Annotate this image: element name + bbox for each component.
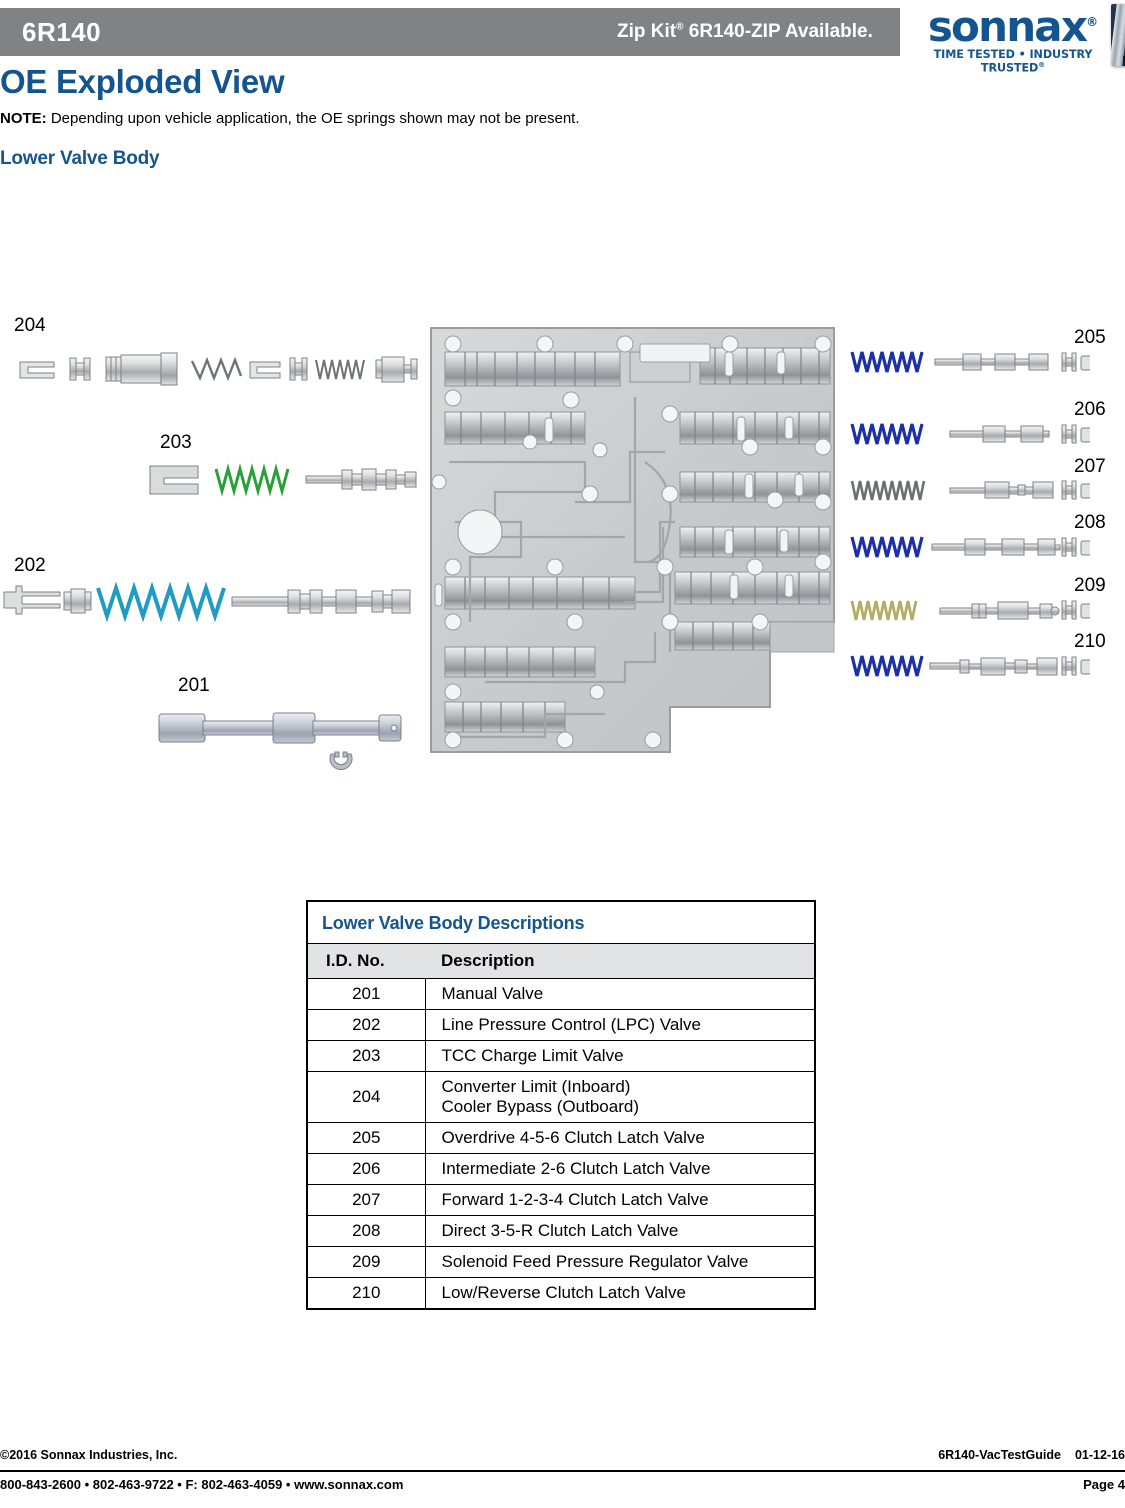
row-desc-205: Overdrive 4-5-6 Clutch Latch Valve bbox=[424, 1122, 815, 1154]
sonnax-wordmark-text: sonnax bbox=[927, 2, 1088, 51]
row-desc-201: Manual Valve bbox=[424, 978, 815, 1010]
zip-promo-part: 6R140-ZIP bbox=[683, 21, 785, 42]
table-caption: Lower Valve Body Descriptions bbox=[307, 901, 815, 944]
row-id-204: 204 bbox=[307, 1071, 426, 1123]
sonnax-tagline-text: TIME TESTED • INDUSTRY TRUSTED bbox=[933, 48, 1093, 75]
table-row: 203 TCC Charge Limit Valve bbox=[307, 1040, 815, 1072]
row-id-206: 206 bbox=[307, 1153, 426, 1185]
part-group-207 bbox=[850, 480, 1090, 501]
footer-page-number: Page 4 bbox=[1083, 1477, 1125, 1492]
row-id-210: 210 bbox=[307, 1277, 426, 1310]
table-row: 205 Overdrive 4-5-6 Clutch Latch Valve bbox=[307, 1122, 815, 1154]
zip-kit-availability-text: Zip Kit® 6R140-ZIP Available. bbox=[617, 21, 873, 43]
row-desc-208: Direct 3-5-R Clutch Latch Valve bbox=[424, 1215, 815, 1247]
sonnax-logo: sonnax® TIME TESTED • INDUSTRY TRUSTED® bbox=[907, 2, 1119, 75]
table-caption-row: Lower Valve Body Descriptions bbox=[307, 901, 815, 944]
row-id-208: 208 bbox=[307, 1215, 426, 1247]
table-row: 207 Forward 1-2-3-4 Clutch Latch Valve bbox=[307, 1184, 815, 1216]
zip-promo-prefix: Zip Kit bbox=[617, 21, 677, 42]
note-label: NOTE: bbox=[0, 110, 47, 127]
table-row: 201 Manual Valve bbox=[307, 978, 815, 1010]
exploded-view-diagram: 204 203 202 201 205 206 207 208 209 210 bbox=[0, 300, 1125, 800]
footer-divider bbox=[0, 1470, 1125, 1472]
part-group-208 bbox=[850, 536, 1090, 558]
callout-204: 204 bbox=[14, 315, 46, 336]
column-header-id: I.D. No. bbox=[307, 943, 425, 979]
row-desc-204: Converter Limit (Inboard) Cooler Bypass … bbox=[424, 1071, 815, 1123]
part-group-209 bbox=[850, 600, 1090, 621]
zip-promo-suffix: Available. bbox=[784, 21, 873, 42]
model-number: 6R140 bbox=[22, 16, 102, 47]
document-page: 6R140 ZIP KIT Zip Kit® 6R140-ZIP Availab… bbox=[0, 0, 1125, 1508]
sonnax-tagline-registered-mark: ® bbox=[1038, 61, 1046, 69]
part-group-203 bbox=[149, 463, 417, 497]
row-id-203: 203 bbox=[307, 1040, 426, 1072]
part-group-204 bbox=[19, 352, 418, 386]
table-header-row: I.D. No. Description bbox=[307, 943, 815, 979]
footer-contact: 800-843-2600 • 802-463-9722 • F: 802-463… bbox=[0, 1477, 404, 1492]
row-desc-206: Intermediate 2-6 Clutch Latch Valve bbox=[424, 1153, 815, 1185]
table-row: 208 Direct 3-5-R Clutch Latch Valve bbox=[307, 1215, 815, 1247]
lower-valve-body-descriptions-table: Lower Valve Body Descriptions I.D. No. D… bbox=[306, 900, 816, 1310]
callout-202: 202 bbox=[14, 555, 46, 576]
callout-201: 201 bbox=[178, 675, 210, 696]
row-id-205: 205 bbox=[307, 1122, 426, 1154]
valve-body-casting bbox=[430, 327, 835, 753]
footer-doc-code: 6R140-VacTestGuide bbox=[938, 1448, 1061, 1462]
row-desc-209: Solenoid Feed Pressure Regulator Valve bbox=[424, 1246, 815, 1278]
row-desc-202: Line Pressure Control (LPC) Valve bbox=[424, 1009, 815, 1041]
row-id-202: 202 bbox=[307, 1009, 426, 1041]
table-row: 206 Intermediate 2-6 Clutch Latch Valve bbox=[307, 1153, 815, 1185]
note-text: NOTE: Depending upon vehicle application… bbox=[0, 110, 580, 127]
section-title: Lower Valve Body bbox=[0, 148, 160, 169]
table-row: 202 Line Pressure Control (LPC) Valve bbox=[307, 1009, 815, 1041]
part-group-201 bbox=[158, 712, 402, 771]
footer-doc-date: 01-12-16 bbox=[1074, 1448, 1125, 1462]
part-group-210 bbox=[850, 655, 1090, 677]
footer-copyright: ©2016 Sonnax Industries, Inc. bbox=[0, 1448, 178, 1462]
part-group-206 bbox=[850, 423, 1090, 445]
row-id-209: 209 bbox=[307, 1246, 426, 1278]
table-row: 210 Low/Reverse Clutch Latch Valve bbox=[307, 1277, 815, 1310]
note-body: Depending upon vehicle application, the … bbox=[46, 110, 580, 127]
sonnax-wordmark: sonnax® bbox=[907, 2, 1119, 48]
table-row: 209 Solenoid Feed Pressure Regulator Val… bbox=[307, 1246, 815, 1278]
row-desc-210: Low/Reverse Clutch Latch Valve bbox=[424, 1277, 815, 1310]
page-title: OE Exploded View bbox=[0, 63, 285, 100]
row-id-207: 207 bbox=[307, 1184, 426, 1216]
column-header-description: Description bbox=[425, 943, 815, 979]
callout-203: 203 bbox=[160, 432, 192, 453]
row-desc-207: Forward 1-2-3-4 Clutch Latch Valve bbox=[424, 1184, 815, 1216]
row-desc-204-line2: Cooler Bypass (Outboard) bbox=[441, 1097, 639, 1116]
part-group-202 bbox=[3, 581, 411, 623]
part-group-205 bbox=[850, 351, 1090, 373]
row-id-201: 201 bbox=[307, 978, 426, 1010]
row-desc-203: TCC Charge Limit Valve bbox=[424, 1040, 815, 1072]
zip-kit-promo: ZIP KIT Zip Kit® 6R140-ZIP Available. bbox=[555, 4, 1125, 66]
sonnax-registered-mark: ® bbox=[1086, 15, 1099, 29]
sonnax-tagline: TIME TESTED • INDUSTRY TRUSTED® bbox=[907, 48, 1119, 75]
footer-doc-meta: 6R140-VacTestGuide 01-12-16 bbox=[938, 1448, 1125, 1462]
row-desc-204-line1: Converter Limit (Inboard) bbox=[441, 1077, 631, 1096]
table-row: 204 Converter Limit (Inboard) Cooler Byp… bbox=[307, 1071, 815, 1123]
